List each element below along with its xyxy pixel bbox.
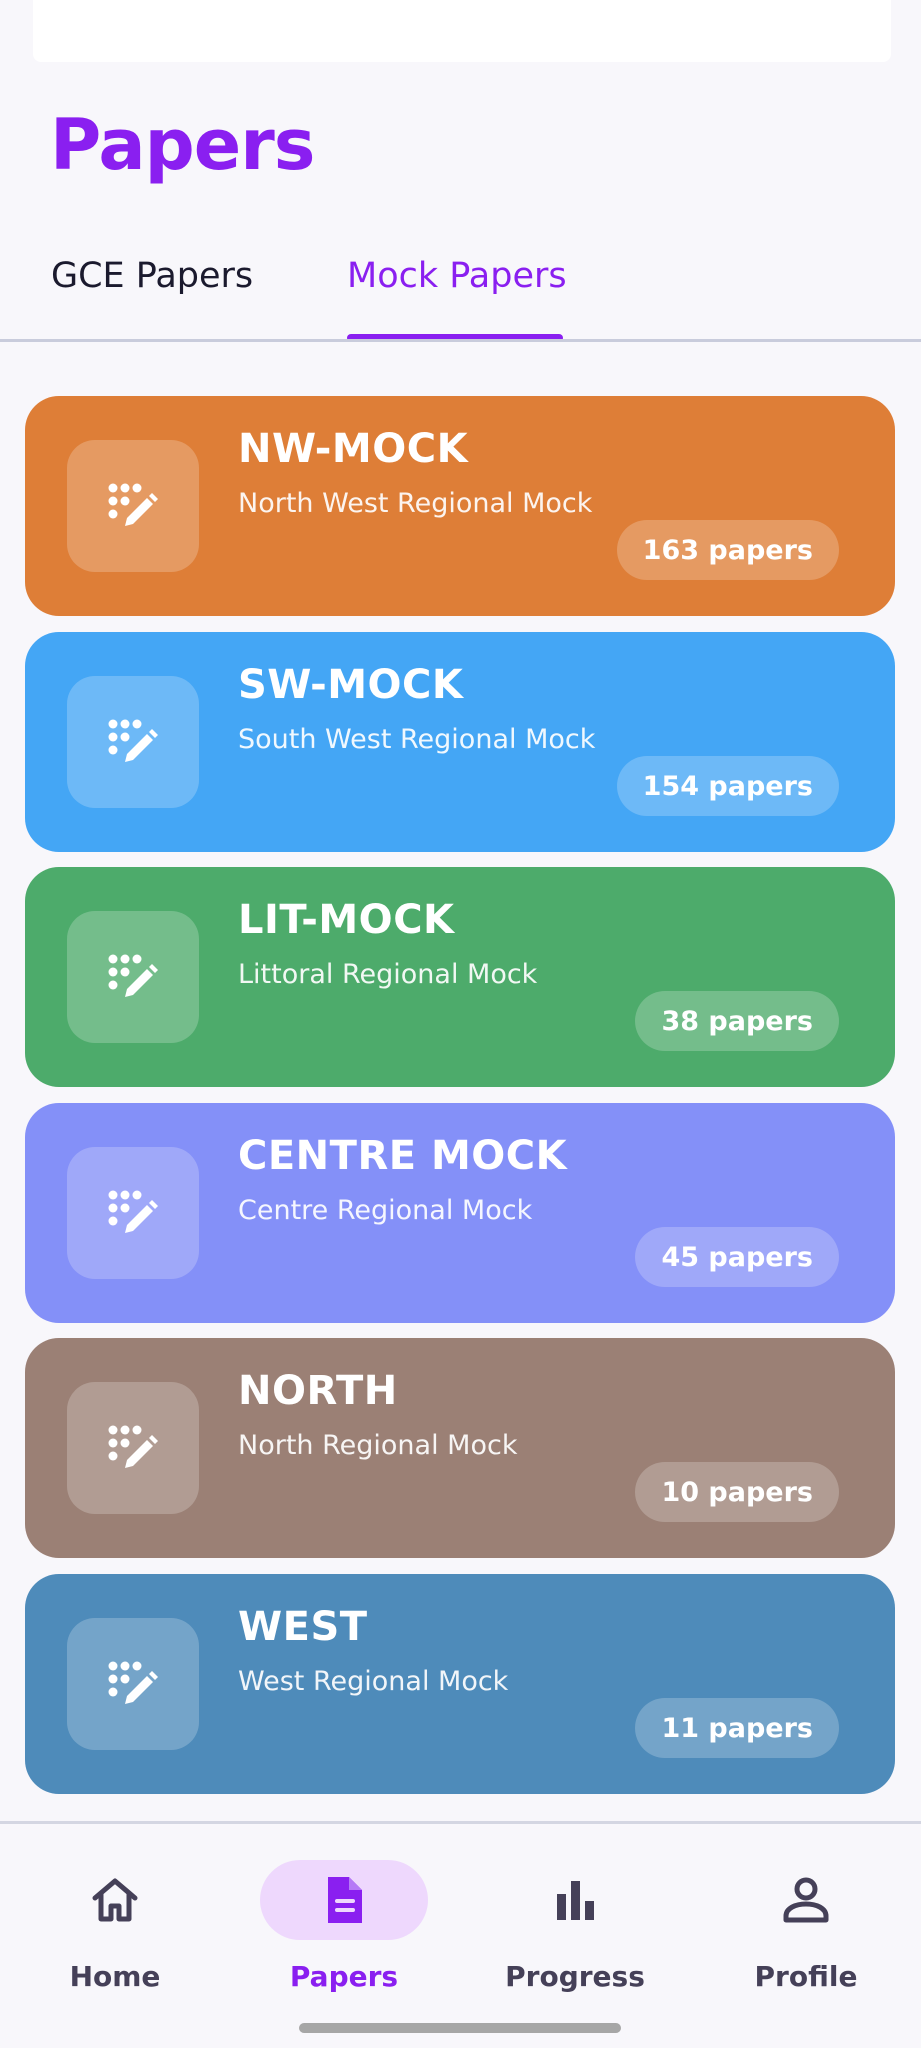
nav-profile[interactable]: Profile <box>716 1860 896 2010</box>
mock-card-nw[interactable]: NW-MOCK North West Regional Mock 163 pap… <box>25 396 895 616</box>
paper-tabs: GCE Papers Mock Papers <box>0 250 921 342</box>
paper-count-badge: 163 papers <box>616 520 839 580</box>
tab-gce-papers[interactable]: GCE Papers <box>51 256 253 296</box>
nav-label: Home <box>69 1960 161 1993</box>
document-icon <box>260 1860 428 1940</box>
pencil-dots-icon <box>67 440 199 572</box>
mock-name: NW-MOCK <box>238 426 469 472</box>
pencil-dots-icon <box>67 1382 199 1514</box>
pencil-dots-icon <box>67 676 199 808</box>
nav-label: Profile <box>754 1960 858 1993</box>
mock-description: West Regional Mock <box>238 1666 509 1697</box>
mock-name: LIT-MOCK <box>238 897 455 943</box>
person-icon <box>722 1860 890 1940</box>
page-title: Papers <box>50 104 315 186</box>
mock-card-west[interactable]: WEST West Regional Mock 11 papers <box>25 1574 895 1794</box>
paper-count-badge: 38 papers <box>635 991 839 1051</box>
paper-count-badge: 154 papers <box>616 756 839 816</box>
mock-description: North Regional Mock <box>238 1430 518 1461</box>
home-icon <box>31 1860 199 1940</box>
pencil-dots-icon <box>67 1147 199 1279</box>
papers-screen: Papers GCE Papers Mock Papers NW-MOCK No… <box>0 0 921 2048</box>
bottom-navigation: Home Papers Progress Profile <box>0 1824 921 2048</box>
mock-name: WEST <box>238 1604 368 1650</box>
paper-count-badge: 11 papers <box>635 1698 839 1758</box>
mock-description: Centre Regional Mock <box>238 1195 533 1226</box>
pencil-dots-icon <box>67 911 199 1043</box>
paper-count-badge: 45 papers <box>635 1227 839 1287</box>
mock-description: South West Regional Mock <box>238 724 596 755</box>
nav-papers[interactable]: Papers <box>254 1860 434 2010</box>
mock-description: North West Regional Mock <box>238 488 593 519</box>
nav-progress[interactable]: Progress <box>485 1860 665 2010</box>
nav-label: Progress <box>505 1960 645 1993</box>
pencil-dots-icon <box>67 1618 199 1750</box>
mock-name: SW-MOCK <box>238 662 464 708</box>
tabs-divider <box>0 339 921 342</box>
mock-description: Littoral Regional Mock <box>238 959 538 990</box>
mock-card-centre[interactable]: CENTRE MOCK Centre Regional Mock 45 pape… <box>25 1103 895 1323</box>
paper-count-badge: 10 papers <box>635 1462 839 1522</box>
search-bar-remnant <box>33 0 891 62</box>
mock-card-sw[interactable]: SW-MOCK South West Regional Mock 154 pap… <box>25 632 895 852</box>
tab-mock-papers[interactable]: Mock Papers <box>347 256 567 296</box>
mock-name: NORTH <box>238 1368 398 1414</box>
mock-card-north[interactable]: NORTH North Regional Mock 10 papers <box>25 1338 895 1558</box>
home-indicator[interactable] <box>299 2023 621 2033</box>
nav-home[interactable]: Home <box>25 1860 205 2010</box>
bar-chart-icon <box>491 1860 659 1940</box>
nav-label: Papers <box>289 1960 399 1993</box>
mock-name: CENTRE MOCK <box>238 1133 568 1179</box>
mock-card-lit[interactable]: LIT-MOCK Littoral Regional Mock 38 paper… <box>25 867 895 1087</box>
